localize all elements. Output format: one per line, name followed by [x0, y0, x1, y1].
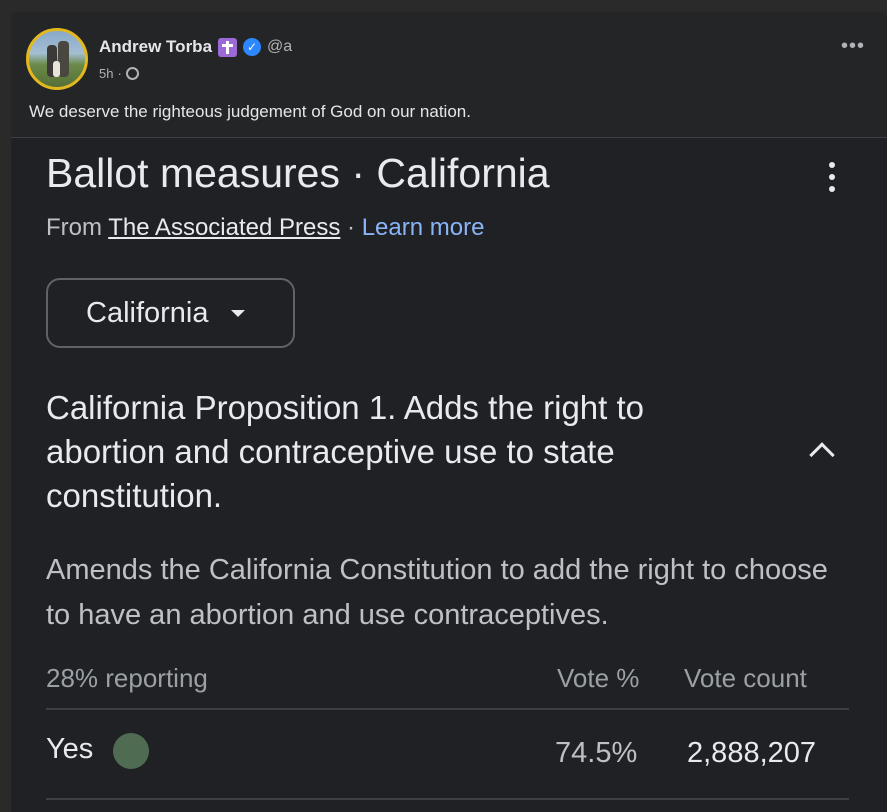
divider [46, 708, 849, 710]
choice-label: Yes [46, 733, 94, 765]
results-header: 28% reporting Vote % Vote count [46, 663, 849, 707]
col-vote-count: Vote count [684, 663, 807, 693]
learn-more-link[interactable]: Learn more [362, 214, 485, 241]
author-handle[interactable]: @a [267, 38, 292, 56]
vote-pct-value: 74.5% [555, 737, 638, 769]
verified-icon: ✓ [243, 38, 262, 56]
post-header: Andrew Torba ✓ @a 5h · ••• We deserve th… [11, 12, 887, 137]
ballot-embed: Ballot measures · California From The As… [11, 137, 887, 812]
reporting-status: 28% reporting [46, 663, 208, 693]
avatar[interactable] [26, 28, 88, 90]
post-time[interactable]: 5h [99, 66, 113, 81]
cross-badge-icon [218, 37, 238, 57]
post-text: We deserve the righteous judgement of Go… [29, 102, 471, 121]
dropdown-value: California [86, 296, 209, 329]
source-line: From The Associated Press · Learn more [46, 214, 484, 242]
divider [46, 798, 849, 800]
embed-title: Ballot measures · California [46, 150, 550, 196]
meta-separator: · [117, 66, 122, 81]
post-card: Andrew Torba ✓ @a 5h · ••• We deserve th… [11, 12, 887, 812]
source-link[interactable]: The Associated Press [108, 214, 340, 241]
source-prefix: From [46, 214, 109, 241]
proposition-description: Amends the California Constitution to ad… [46, 554, 828, 631]
col-vote-pct: Vote % [557, 663, 640, 693]
result-row: Yes 74.5% 2,888,207 [46, 728, 849, 778]
caret-down-icon [230, 309, 245, 317]
author-row: Andrew Torba ✓ @a [99, 37, 292, 57]
source-separator: · [340, 214, 362, 241]
globe-icon [125, 67, 139, 80]
chevron-up-icon[interactable] [809, 440, 833, 464]
choice-color-dot [113, 733, 149, 769]
more-options-button[interactable]: ••• [841, 36, 865, 56]
post-meta: 5h · [99, 66, 139, 81]
state-dropdown[interactable]: California [46, 278, 295, 348]
vote-count-value: 2,888,207 [687, 737, 817, 769]
author-name[interactable]: Andrew Torba [99, 37, 212, 57]
kebab-menu-icon[interactable] [828, 162, 836, 192]
proposition-title: California Proposition 1. Adds the right… [46, 389, 645, 514]
